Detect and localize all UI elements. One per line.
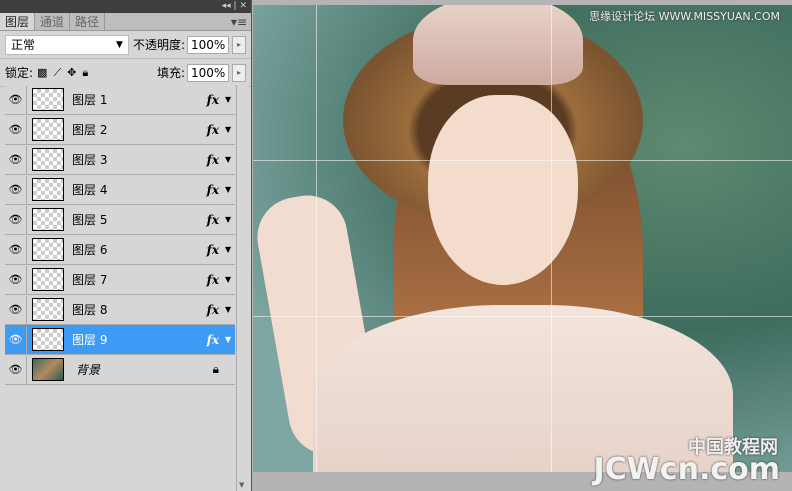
fx-icon[interactable]: fx <box>207 333 219 347</box>
lock-move-icon[interactable]: ✥ <box>67 66 76 80</box>
close-icon[interactable]: ✕ <box>239 1 247 11</box>
expand-effects-icon[interactable]: ▼ <box>225 185 235 194</box>
tab-paths[interactable]: 路径 <box>70 13 106 30</box>
expand-effects-icon[interactable]: ▼ <box>225 245 235 254</box>
collapse-icon[interactable]: ◂◂ <box>222 1 231 11</box>
fx-icon[interactable]: fx <box>207 273 219 287</box>
expand-effects-icon[interactable]: ▼ <box>225 95 235 104</box>
layer-name: 图层 2 <box>72 123 108 137</box>
opacity-slider-button[interactable]: ▸ <box>231 35 246 54</box>
expand-effects-icon[interactable]: ▼ <box>225 275 235 284</box>
guide-vertical[interactable] <box>551 5 552 472</box>
eye-icon[interactable]: 👁︎ <box>5 355 27 384</box>
chevron-down-icon: ▼ <box>116 39 123 50</box>
blend-mode-value: 正常 <box>11 38 36 52</box>
layer-row[interactable]: 👁︎ 图层 3 fx ▼ <box>5 145 235 175</box>
layer-row[interactable]: 👁︎ 图层 2 fx ▼ <box>5 115 235 145</box>
panel-menu-icon[interactable]: ▾≡ <box>231 13 251 30</box>
expand-effects-icon[interactable]: ▼ <box>225 335 235 344</box>
scrollbar[interactable]: ▼ <box>236 85 248 491</box>
lock-brush-icon[interactable]: ⟋ <box>53 66 61 80</box>
layer-thumbnail <box>32 328 64 351</box>
layer-row[interactable]: 👁︎ 背景 🔒︎ <box>5 355 235 385</box>
layer-thumbnail <box>32 208 64 231</box>
blend-mode-select[interactable]: 正常 ▼ <box>5 34 129 55</box>
eye-icon[interactable]: 👁︎ <box>5 325 27 354</box>
photo-body <box>313 305 733 472</box>
fx-icon[interactable]: fx <box>207 123 219 137</box>
layer-thumbnail <box>32 298 64 321</box>
tab-channels[interactable]: 通道 <box>35 13 71 30</box>
opacity-label: 不透明度: <box>132 38 186 52</box>
layer-thumbnail <box>32 238 64 261</box>
layer-thumbnail <box>32 178 64 201</box>
layer-name: 图层 6 <box>72 243 108 257</box>
eye-icon[interactable]: 👁︎ <box>5 205 27 234</box>
layer-name: 图层 1 <box>72 93 108 107</box>
fx-icon[interactable]: fx <box>207 303 219 317</box>
fx-icon[interactable]: fx <box>207 93 219 107</box>
guide-horizontal[interactable] <box>253 316 792 317</box>
layers-panel: ◂◂ | ✕ 图层 通道 路径 ▾≡ 正常 ▼ 不透明度: 100% ▸ 锁定: … <box>0 0 252 491</box>
layer-row[interactable]: 👁︎ 图层 1 fx ▼ <box>5 85 235 115</box>
guide-horizontal[interactable] <box>253 160 792 161</box>
watermark-bottom: JCWcn.com <box>593 452 780 487</box>
fx-icon[interactable]: fx <box>207 243 219 257</box>
layer-row[interactable]: 👁︎ 图层 8 fx ▼ <box>5 295 235 325</box>
lock-row: 锁定: ▩ ⟋ ✥ 🔒︎ 填充: 100% ▸ <box>0 59 251 87</box>
canvas[interactable]: 思缘设计论坛 WWW.MISSYUAN.COM <box>253 5 792 472</box>
layer-name: 图层 5 <box>72 213 108 227</box>
eye-icon[interactable]: 👁︎ <box>5 85 27 114</box>
layer-thumbnail <box>32 268 64 291</box>
layer-row[interactable]: 👁︎ 图层 7 fx ▼ <box>5 265 235 295</box>
expand-effects-icon[interactable]: ▼ <box>225 125 235 134</box>
lock-all-icon[interactable]: 🔒︎ <box>82 66 88 80</box>
scroll-down-icon[interactable]: ▼ <box>239 481 244 489</box>
layer-row[interactable]: 👁︎ 图层 4 fx ▼ <box>5 175 235 205</box>
layer-name: 图层 7 <box>72 273 108 287</box>
fx-icon[interactable]: fx <box>207 183 219 197</box>
layer-row[interactable]: 👁︎ 图层 9 fx ▼ <box>5 325 235 355</box>
layer-thumbnail <box>32 118 64 141</box>
layer-thumbnail <box>32 88 64 111</box>
expand-effects-icon[interactable]: ▼ <box>225 215 235 224</box>
eye-icon[interactable]: 👁︎ <box>5 235 27 264</box>
eye-icon[interactable]: 👁︎ <box>5 295 27 324</box>
panel-tabs: 图层 通道 路径 ▾≡ <box>0 13 251 31</box>
fill-input[interactable]: 100% <box>187 63 229 82</box>
fill-slider-button[interactable]: ▸ <box>232 63 246 82</box>
photo-face <box>428 95 578 285</box>
layer-row[interactable]: 👁︎ 图层 6 fx ▼ <box>5 235 235 265</box>
eye-icon[interactable]: 👁︎ <box>5 175 27 204</box>
lock-icon: 🔒︎ <box>212 362 219 376</box>
lock-label: 锁定: <box>5 66 34 80</box>
fx-icon[interactable]: fx <box>207 153 219 167</box>
layer-thumbnail <box>32 148 64 171</box>
opacity-input[interactable]: 100% <box>187 35 229 54</box>
layer-thumbnail <box>32 358 64 381</box>
eye-icon[interactable]: 👁︎ <box>5 115 27 144</box>
layer-list: 👁︎ 图层 1 fx ▼ 👁︎ 图层 2 fx ▼ 👁︎ 图层 3 fx ▼ 👁︎ 图… <box>5 85 235 385</box>
lock-transparent-icon[interactable]: ▩ <box>37 66 47 80</box>
expand-effects-icon[interactable]: ▼ <box>225 155 235 164</box>
layer-name: 图层 3 <box>72 153 108 167</box>
layer-name: 图层 4 <box>72 183 108 197</box>
eye-icon[interactable]: 👁︎ <box>5 265 27 294</box>
layer-name: 背景 <box>76 363 101 377</box>
layer-name: 图层 9 <box>72 333 108 347</box>
layer-row[interactable]: 👁︎ 图层 5 fx ▼ <box>5 205 235 235</box>
photo-hat-crown <box>413 5 583 85</box>
blend-row: 正常 ▼ 不透明度: 100% ▸ <box>0 31 251 59</box>
tab-layers[interactable]: 图层 <box>0 13 36 30</box>
fill-label: 填充: <box>156 66 185 80</box>
fx-icon[interactable]: fx <box>207 213 219 227</box>
watermark-top: 思缘设计论坛 WWW.MISSYUAN.COM <box>589 10 780 23</box>
eye-icon[interactable]: 👁︎ <box>5 145 27 174</box>
expand-effects-icon[interactable]: ▼ <box>225 305 235 314</box>
guide-vertical[interactable] <box>316 5 317 472</box>
layer-name: 图层 8 <box>72 303 108 317</box>
panel-titlebar: ◂◂ | ✕ <box>0 0 251 13</box>
